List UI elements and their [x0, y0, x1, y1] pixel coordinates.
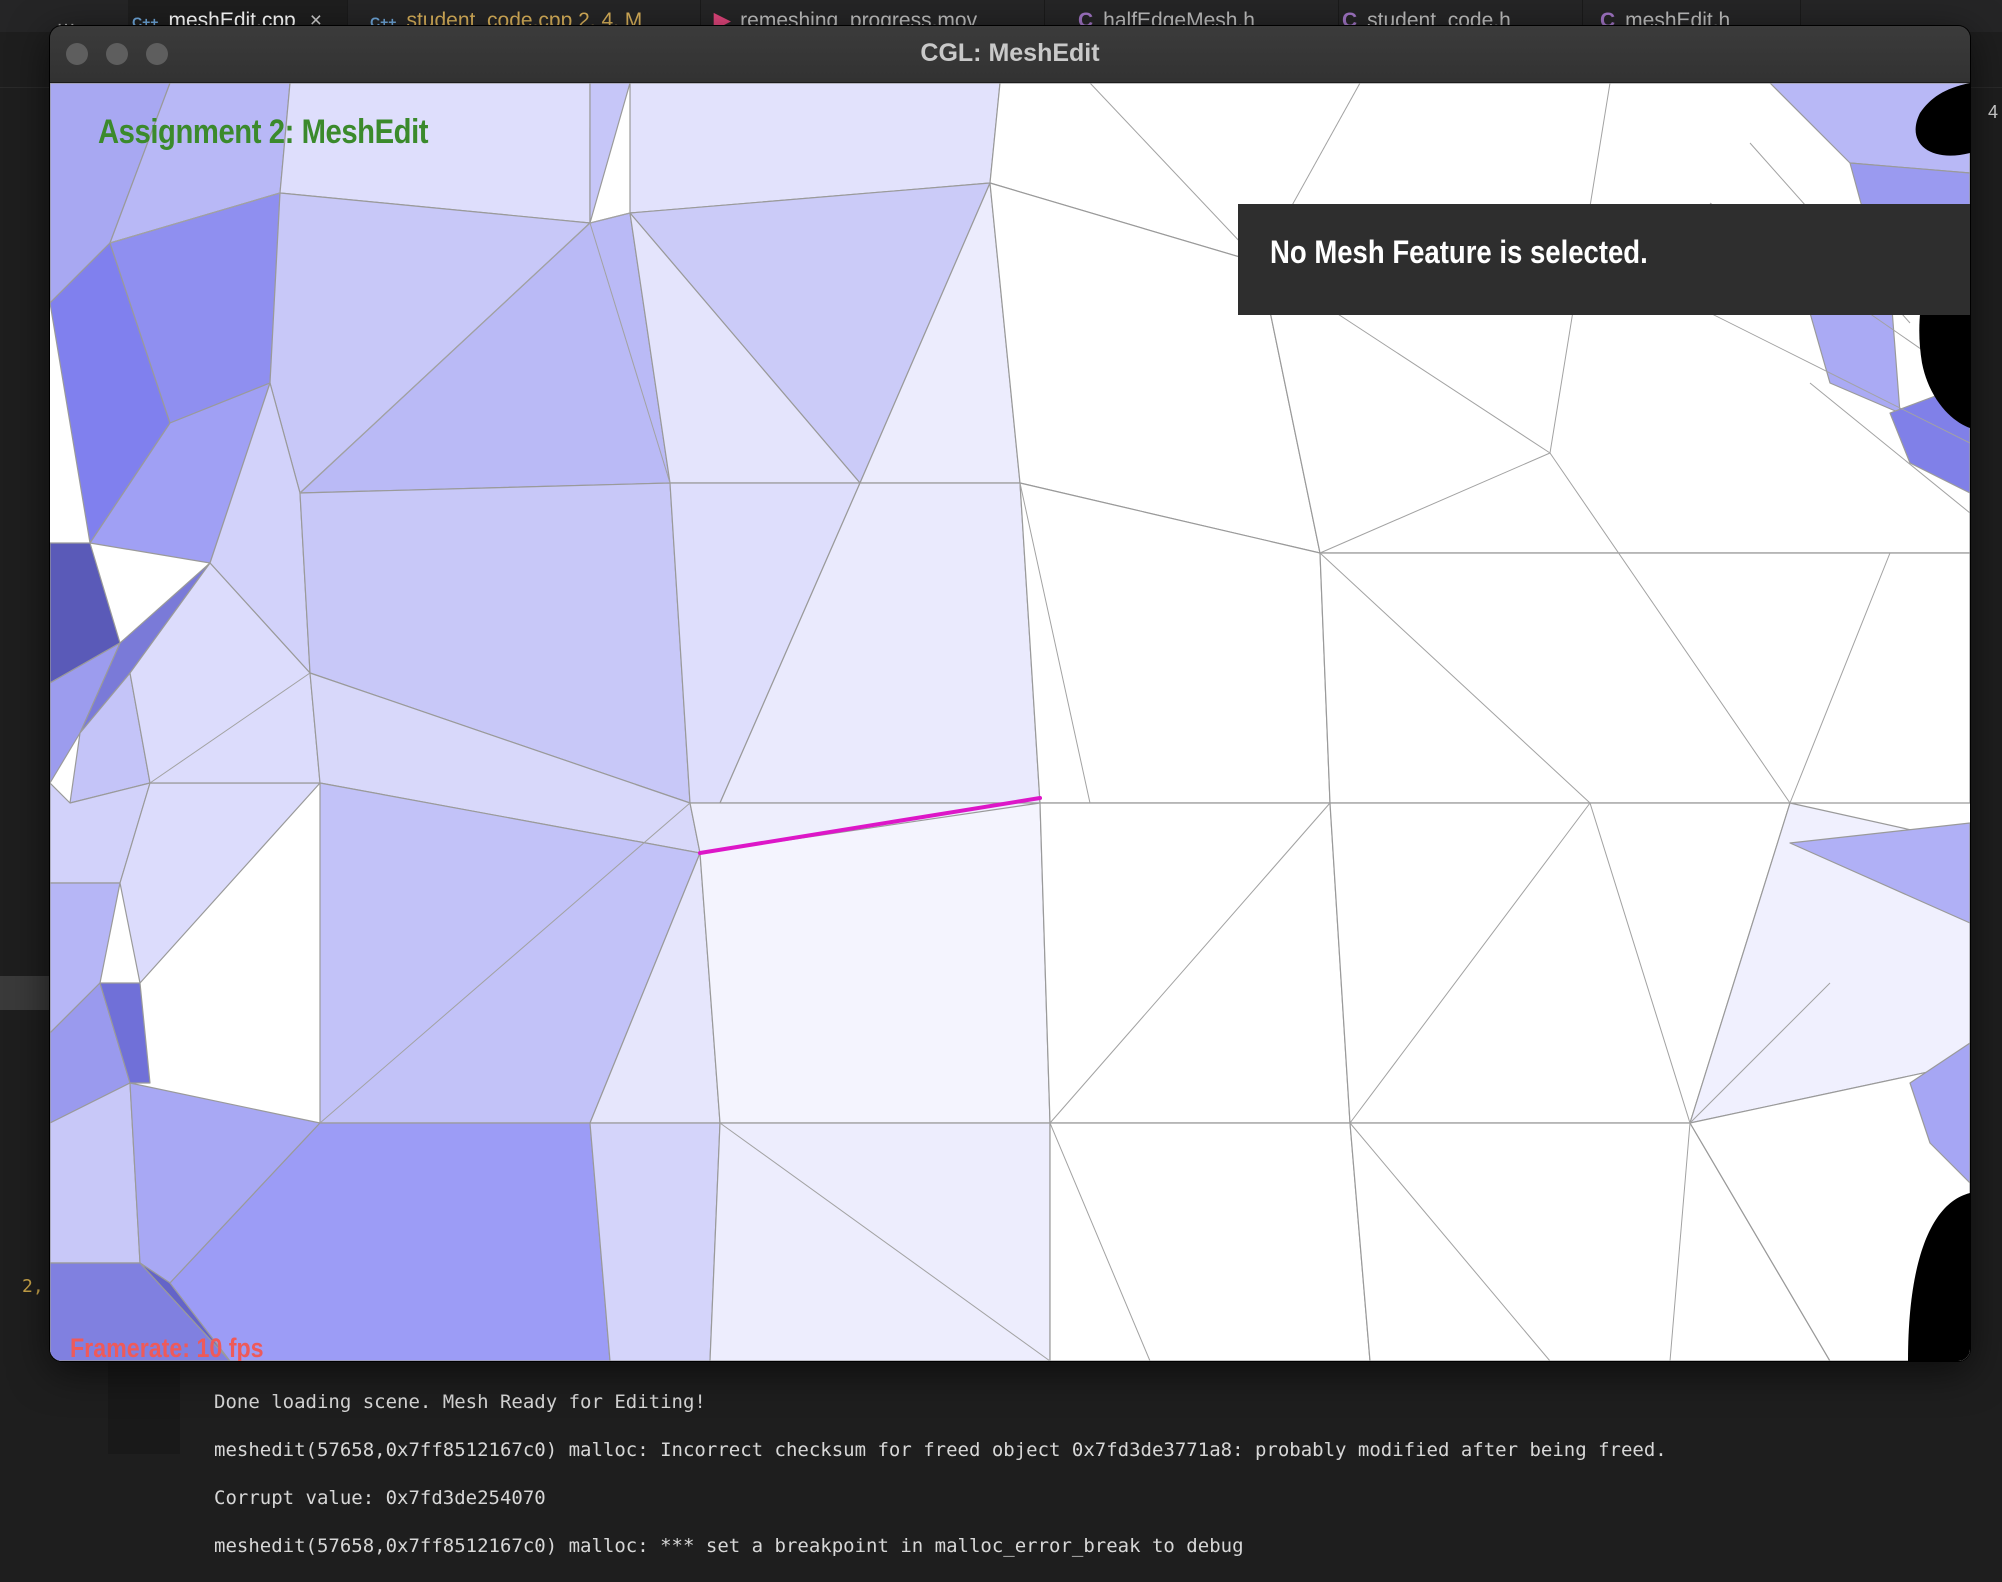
framerate-label: Framerate: 10 fps: [70, 1333, 264, 1361]
selection-status-panel: No Mesh Feature is selected.: [1238, 204, 1970, 315]
mesh-face[interactable]: [589, 83, 631, 224]
mesh-face[interactable]: [699, 802, 1051, 1124]
window-title: CGL: MeshEdit: [920, 39, 1100, 67]
terminal-line: Corrupt value: 0x7fd3de254070: [214, 1487, 546, 1509]
title-bar[interactable]: CGL: MeshEdit: [50, 26, 1970, 83]
mesh-face[interactable]: [119, 782, 321, 984]
mesh-face[interactable]: [709, 1122, 1051, 1361]
terminal-line: Done loading scene. Mesh Ready for Editi…: [214, 1391, 706, 1413]
mesh-face[interactable]: [1319, 552, 1970, 804]
meshedit-window: CGL: MeshEdit Assignment 2: MeshEdit No …: [50, 26, 1970, 1361]
terminal-gutter: [108, 1360, 180, 1454]
terminal-output: Done loading scene. Mesh Ready for Editi…: [214, 1366, 1994, 1582]
editor-line-highlight: [0, 976, 50, 1010]
mesh-viewport[interactable]: Assignment 2: MeshEdit No Mesh Feature i…: [50, 83, 1970, 1361]
assignment-heading: Assignment 2: MeshEdit: [98, 113, 429, 151]
gutter-line-number: 2,: [22, 1276, 44, 1297]
minimap-number: 4: [1988, 102, 1999, 122]
mesh-face[interactable]: [1049, 1122, 1371, 1361]
mesh-face[interactable]: [589, 1122, 721, 1361]
terminal-line: meshedit(57658,0x7ff8512167c0) malloc: *…: [214, 1535, 1244, 1557]
mesh-face[interactable]: [1039, 802, 1351, 1124]
terminal-line: meshedit(57658,0x7ff8512167c0) malloc: I…: [214, 1439, 1667, 1461]
selection-status-text: No Mesh Feature is selected.: [1270, 234, 1648, 270]
